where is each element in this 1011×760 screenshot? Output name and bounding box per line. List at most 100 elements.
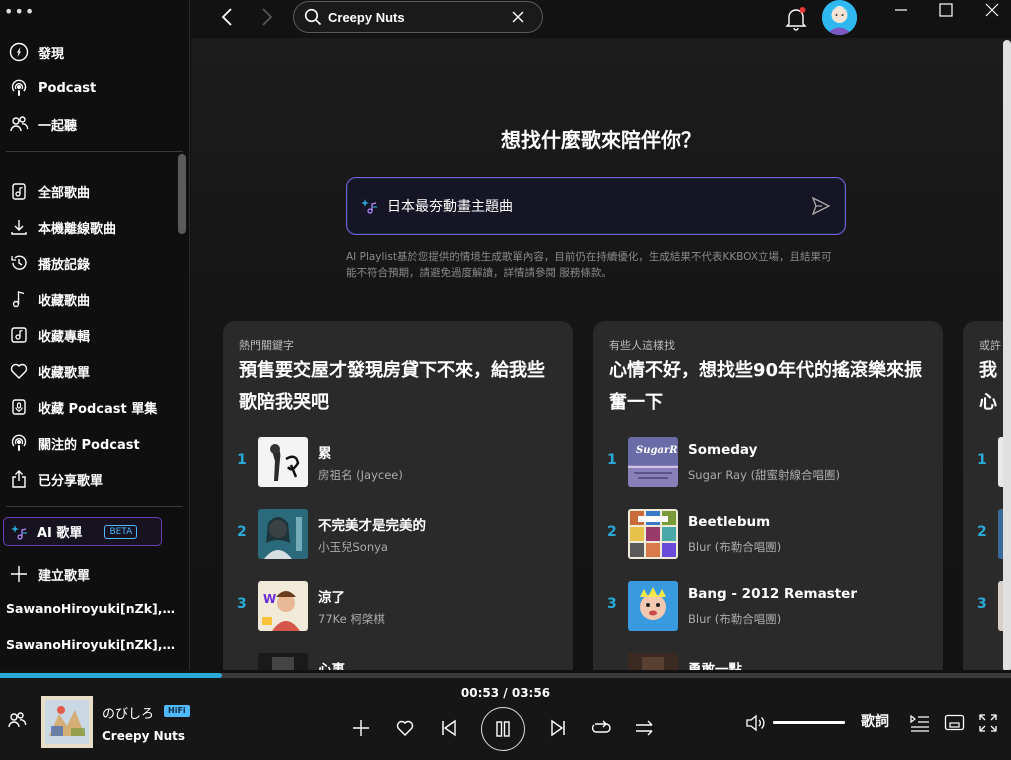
main-content: 想找什麼歌來陪伴你？ 日本最夯動畫主題曲 AI Playlist基於您提供的情境… bbox=[191, 38, 1011, 670]
forward-button[interactable] bbox=[255, 6, 277, 28]
song-rank: 1 bbox=[977, 452, 987, 468]
song-rank: 3 bbox=[237, 596, 247, 612]
heart-icon bbox=[8, 360, 30, 382]
sidebar-item-saved-playlists[interactable]: 收藏歌單 bbox=[0, 358, 175, 384]
sidebar-playlist-item[interactable]: SawanoHiroyuki[nZk],… bbox=[6, 601, 175, 616]
sidebar-item-label: 收藏歌曲 bbox=[38, 293, 91, 309]
next-button[interactable] bbox=[545, 715, 571, 741]
list-item[interactable]: 2 不完美才是完美的 小玉兒Sonya bbox=[223, 509, 573, 559]
song-artist: 小玉兒Sonya bbox=[318, 540, 388, 554]
sidebar-item-label: 收藏歌單 bbox=[38, 365, 91, 381]
lyrics-button[interactable]: 歌詞 bbox=[861, 711, 889, 731]
song-artist: Blur (布勒合唱團) bbox=[688, 612, 782, 626]
mic-icon bbox=[8, 396, 30, 418]
close-button[interactable] bbox=[977, 0, 1007, 20]
create-playlist-button[interactable]: 建立歌單 bbox=[0, 561, 175, 587]
song-title: Someday bbox=[688, 442, 758, 458]
sidebar-divider bbox=[6, 506, 183, 507]
add-to-playlist-button[interactable] bbox=[348, 715, 374, 741]
close-icon bbox=[985, 3, 999, 17]
sidebar-item-podcast[interactable]: Podcast bbox=[0, 75, 175, 101]
sidebar-item-all-songs[interactable]: 全部歌曲 bbox=[0, 178, 175, 204]
sidebar-scrollbar[interactable] bbox=[178, 154, 186, 234]
download-icon bbox=[8, 216, 30, 238]
minimize-button[interactable] bbox=[886, 0, 916, 20]
sidebar-item-saved-episodes[interactable]: 收藏 Podcast 單集 bbox=[0, 394, 175, 420]
sidebar-item-label: 收藏 Podcast 單集 bbox=[38, 401, 158, 417]
podcast-icon bbox=[8, 77, 30, 99]
volume-slider[interactable] bbox=[773, 721, 845, 724]
list-item[interactable]: 3 Bang - 2012 Remaster Blur (布勒合唱團) bbox=[593, 581, 943, 631]
song-rank: 3 bbox=[977, 596, 987, 612]
list-item[interactable]: 1 SugarRay Someday Sugar Ray (甜蜜射線合唱團) bbox=[593, 437, 943, 487]
song-title: 不完美才是完美的 bbox=[318, 518, 426, 534]
sidebar-item-ai-playlist[interactable]: AI 歌單 BETA bbox=[3, 517, 162, 546]
song-title: 涼了 bbox=[318, 590, 345, 606]
search-input[interactable] bbox=[328, 9, 498, 25]
send-icon[interactable] bbox=[811, 196, 831, 216]
maximize-icon bbox=[939, 3, 953, 17]
mini-player-button[interactable] bbox=[944, 714, 966, 732]
sidebar-item-label: Podcast bbox=[38, 80, 97, 96]
skip-previous-icon bbox=[442, 719, 456, 737]
list-item[interactable]: 2 Beetlebum Blur (布勒合唱團) bbox=[593, 509, 943, 559]
list-item[interactable]: 勇敢一點 bbox=[593, 653, 943, 670]
back-button[interactable] bbox=[217, 6, 239, 28]
sidebar-item-saved-albums[interactable]: 收藏專輯 bbox=[0, 322, 175, 348]
card-kicker: 熱門關鍵字 bbox=[239, 339, 294, 352]
song-title: 心事 bbox=[318, 662, 345, 670]
now-playing-title[interactable]: のびしろ bbox=[102, 703, 154, 722]
list-item[interactable]: 1 累 房祖名 (Jaycee) bbox=[223, 437, 573, 487]
sidebar-item-history[interactable]: 播放記錄 bbox=[0, 250, 175, 276]
album-cover bbox=[258, 509, 308, 559]
ai-prompt-text[interactable]: 日本最夯動畫主題曲 bbox=[387, 196, 811, 216]
album-cover bbox=[628, 509, 678, 559]
volume-button[interactable] bbox=[745, 713, 767, 733]
notification-button[interactable] bbox=[784, 5, 808, 31]
queue-icon bbox=[910, 714, 929, 732]
sidebar-item-shared-playlists[interactable]: 已分享歌單 bbox=[0, 466, 175, 492]
list-item[interactable]: 3 W 涼了 77Ke 柯棨棋 bbox=[223, 581, 573, 631]
previous-button[interactable] bbox=[436, 715, 462, 741]
song-rank: 2 bbox=[977, 524, 987, 540]
song-artist: 房祖名 (Jaycee) bbox=[318, 468, 403, 482]
music-note-icon bbox=[8, 288, 30, 310]
sidebar-item-followed-podcasts[interactable]: 關注的 Podcast bbox=[0, 430, 175, 456]
compass-icon bbox=[8, 41, 30, 63]
share-icon bbox=[8, 468, 30, 490]
sidebar-playlist-item[interactable]: SawanoHiroyuki[nZk],… bbox=[6, 637, 175, 652]
like-button[interactable] bbox=[392, 715, 418, 741]
search-box[interactable] bbox=[293, 1, 543, 33]
queue-button[interactable] bbox=[909, 712, 931, 732]
sidebar-item-label: 全部歌曲 bbox=[38, 185, 91, 201]
sidebar-item-listen-together[interactable]: 一起聽 bbox=[0, 111, 175, 137]
sidebar-item-discover[interactable]: 發現 bbox=[0, 39, 175, 65]
maximize-button[interactable] bbox=[931, 0, 961, 20]
suggestion-card[interactable]: 熱門關鍵字 預售要交屋才發現房貸下不來，給我些歌陪我哭吧 1 累 房祖名 (Ja… bbox=[223, 321, 573, 670]
hifi-badge: HiFi bbox=[164, 705, 190, 717]
now-playing-cover[interactable] bbox=[41, 696, 93, 748]
playback-time: 00:53 / 03:56 bbox=[460, 686, 551, 700]
main-scrollbar[interactable] bbox=[1003, 40, 1011, 670]
pause-button[interactable] bbox=[481, 707, 525, 751]
sidebar-item-saved-songs[interactable]: 收藏歌曲 bbox=[0, 286, 175, 312]
now-playing-artist[interactable]: Creepy Nuts bbox=[102, 729, 185, 743]
album-cover bbox=[628, 581, 678, 631]
listen-together-button[interactable] bbox=[7, 710, 27, 730]
card-title: 預售要交屋才發現房貸下不來，給我些歌陪我哭吧 bbox=[239, 360, 545, 413]
history-icon bbox=[8, 252, 30, 274]
repeat-button[interactable] bbox=[588, 715, 614, 741]
song-rank: 2 bbox=[607, 524, 617, 540]
list-item[interactable]: 心事 bbox=[223, 653, 573, 670]
suggestion-card[interactable]: 有些人這樣找 心情不好，想找些90年代的搖滾樂來振奮一下 1 SugarRay … bbox=[593, 321, 943, 670]
fullscreen-button[interactable] bbox=[979, 714, 997, 732]
app-menu-icon[interactable]: ••• bbox=[4, 2, 35, 21]
top-bar bbox=[191, 0, 1011, 38]
clear-search-icon[interactable] bbox=[512, 11, 524, 23]
sidebar-item-offline[interactable]: 本機離線歌曲 bbox=[0, 214, 175, 240]
song-rank: 1 bbox=[607, 452, 617, 468]
ai-prompt-input[interactable]: 日本最夯動畫主題曲 bbox=[346, 177, 846, 235]
shuffle-button[interactable] bbox=[632, 715, 658, 741]
listen-together-icon bbox=[8, 113, 30, 135]
avatar[interactable] bbox=[822, 0, 857, 35]
